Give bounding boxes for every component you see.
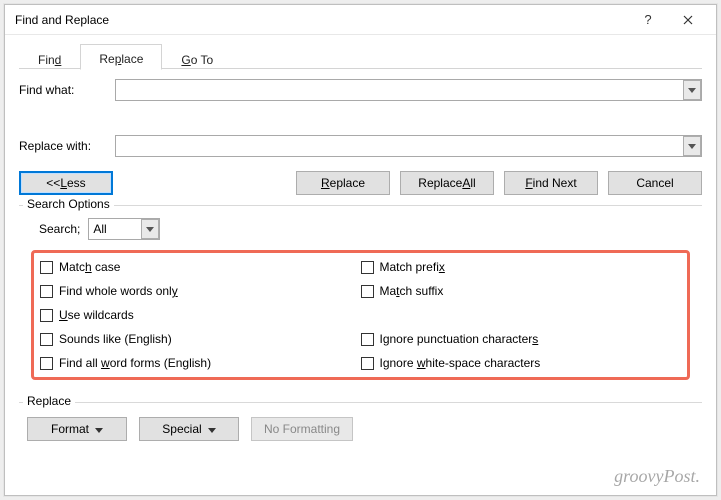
- caret-down-icon: [208, 422, 216, 436]
- close-button[interactable]: [668, 6, 708, 34]
- word-forms-checkbox[interactable]: Find all word forms (English): [40, 353, 361, 373]
- tab-strip: Find Replace Go To: [19, 43, 702, 69]
- whole-words-checkbox[interactable]: Find whole words only: [40, 281, 361, 301]
- less-lead: <<: [46, 176, 60, 190]
- checkbox-icon: [40, 309, 53, 322]
- search-direction-label: Search;: [39, 222, 80, 236]
- checkbox-icon: [361, 261, 374, 274]
- replace-all-button[interactable]: Replace All: [400, 171, 494, 195]
- action-buttons: << Less Replace Replace All Find Next Ca…: [19, 171, 702, 195]
- replace-with-row: Replace with:: [19, 135, 702, 157]
- checkbox-icon: [361, 333, 374, 346]
- find-what-label: Find what:: [19, 83, 115, 97]
- replace-legend: Replace: [23, 394, 75, 408]
- replace-with-dropdown[interactable]: [683, 136, 701, 156]
- no-formatting-button: No Formatting: [251, 417, 353, 441]
- match-suffix-checkbox[interactable]: Match suffix: [361, 281, 682, 301]
- sounds-like-checkbox[interactable]: Sounds like (English): [40, 329, 361, 349]
- less-u: L: [60, 176, 67, 190]
- checkbox-icon: [40, 285, 53, 298]
- less-tail: ess: [67, 176, 86, 190]
- replace-with-label: Replace with:: [19, 139, 115, 153]
- options-highlight-box: Match case Find whole words only Use wil…: [31, 250, 690, 380]
- find-replace-dialog: Find and Replace ? Find Replace Go To Fi…: [4, 4, 717, 496]
- tab-goto[interactable]: Go To: [162, 44, 232, 70]
- match-prefix-checkbox[interactable]: Match prefix: [361, 257, 682, 277]
- help-button[interactable]: ?: [628, 6, 668, 34]
- less-button[interactable]: << Less: [19, 171, 113, 195]
- use-wildcards-checkbox[interactable]: Use wildcards: [40, 305, 361, 325]
- checkbox-icon: [361, 285, 374, 298]
- find-what-row: Find what:: [19, 79, 702, 101]
- tab-find[interactable]: Find: [19, 44, 80, 70]
- checkbox-icon: [361, 357, 374, 370]
- search-options-legend: Search Options: [23, 197, 114, 211]
- client-area: Find Replace Go To Find what: Replace wi…: [5, 35, 716, 451]
- replace-format-group: Replace Format Special No Formatting: [19, 402, 702, 441]
- ignore-whitespace-checkbox[interactable]: Ignore white-space characters: [361, 353, 682, 373]
- watermark: groovyPost.: [614, 466, 700, 487]
- titlebar: Find and Replace ?: [5, 5, 716, 35]
- caret-down-icon: [95, 422, 103, 436]
- find-what-dropdown[interactable]: [683, 80, 701, 100]
- replace-button[interactable]: Replace: [296, 171, 390, 195]
- special-button[interactable]: Special: [139, 417, 239, 441]
- cancel-button[interactable]: Cancel: [608, 171, 702, 195]
- search-direction-dropdown[interactable]: [141, 219, 159, 239]
- tab-replace[interactable]: Replace: [80, 44, 162, 70]
- find-next-button[interactable]: Find Next: [504, 171, 598, 195]
- ignore-punctuation-checkbox[interactable]: Ignore punctuation characters: [361, 329, 682, 349]
- window-title: Find and Replace: [15, 13, 628, 27]
- find-what-input[interactable]: [115, 79, 702, 101]
- search-options-group: Search Options Search; Match case: [19, 205, 702, 392]
- checkbox-icon: [40, 333, 53, 346]
- checkbox-icon: [40, 357, 53, 370]
- checkbox-icon: [40, 261, 53, 274]
- replace-with-input[interactable]: [115, 135, 702, 157]
- match-case-checkbox[interactable]: Match case: [40, 257, 361, 277]
- format-button[interactable]: Format: [27, 417, 127, 441]
